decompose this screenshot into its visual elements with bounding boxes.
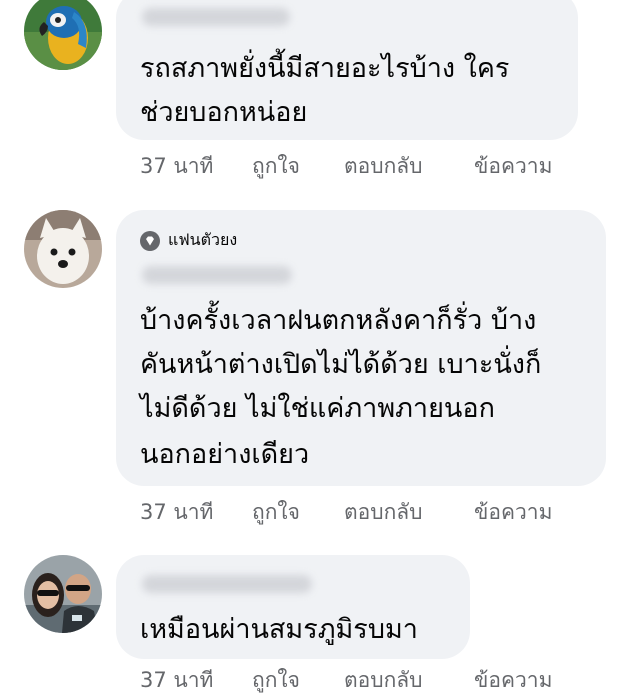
- message-button[interactable]: ข้อความ: [474, 496, 552, 529]
- parrot-avatar-image: [24, 0, 102, 70]
- diamond-icon: [140, 230, 160, 251]
- comment-actions: 37 นาที ถูกใจ ตอบกลับ ข้อความ: [140, 496, 552, 529]
- reply-button[interactable]: ตอบกลับ: [344, 664, 474, 697]
- like-button[interactable]: ถูกใจ: [252, 496, 344, 529]
- avatar-parrot[interactable]: [24, 0, 102, 70]
- comment-bubble: รถสภาพยั่งนี้มีสายอะไรบ้าง ใคร ช่วยบอกหน…: [116, 0, 578, 140]
- couple-avatar-image: [24, 555, 102, 633]
- comment-text-line: เหมือนผ่านสมรภูมิรบมา: [140, 614, 418, 645]
- reply-button[interactable]: ตอบกลับ: [344, 496, 474, 529]
- avatar-dog[interactable]: [24, 210, 102, 288]
- comment-text-line: คันหน้าต่างเปิดไม่ได้ด้วย เบาะนั่งก็: [140, 349, 542, 380]
- timestamp[interactable]: 37 นาที: [140, 496, 252, 529]
- like-button[interactable]: ถูกใจ: [252, 150, 344, 183]
- timestamp[interactable]: 37 นาที: [140, 664, 252, 697]
- message-button[interactable]: ข้อความ: [474, 664, 552, 697]
- dog-avatar-image: [24, 210, 102, 288]
- top-fan-badge[interactable]: แฟนตัวยง: [140, 228, 237, 253]
- comment-actions: 37 นาที ถูกใจ ตอบกลับ ข้อความ: [140, 664, 552, 697]
- like-button[interactable]: ถูกใจ: [252, 664, 344, 697]
- author-name-redacted: [142, 8, 290, 26]
- badge-label: แฟนตัวยง: [168, 230, 238, 249]
- timestamp[interactable]: 37 นาที: [140, 150, 252, 183]
- comment-text-line: บ้างครั้งเวลาฝนตกหลังคาก็รั่ว บ้าง: [140, 305, 537, 336]
- comment-bubble: แฟนตัวยง บ้างครั้งเวลาฝนตกหลังคาก็รั่ว บ…: [116, 210, 606, 486]
- avatar-couple[interactable]: [24, 555, 102, 633]
- comment-text-line: ไม่ดีด้วย ไม่ใช่แค่ภาพภายนอก: [140, 393, 495, 424]
- message-button[interactable]: ข้อความ: [474, 150, 552, 183]
- comment-actions: 37 นาที ถูกใจ ตอบกลับ ข้อความ: [140, 150, 552, 183]
- comment-bubble: เหมือนผ่านสมรภูมิรบมา: [116, 555, 470, 659]
- author-name-redacted: [142, 266, 292, 284]
- author-name-redacted: [142, 575, 312, 593]
- reply-button[interactable]: ตอบกลับ: [344, 150, 474, 183]
- comment-text-line: ช่วยบอกหน่อย: [140, 97, 308, 128]
- comment-text-line: รถสภาพยั่งนี้มีสายอะไรบ้าง ใคร: [140, 53, 510, 84]
- comment-text-line: นอกอย่างเดียว: [140, 439, 310, 470]
